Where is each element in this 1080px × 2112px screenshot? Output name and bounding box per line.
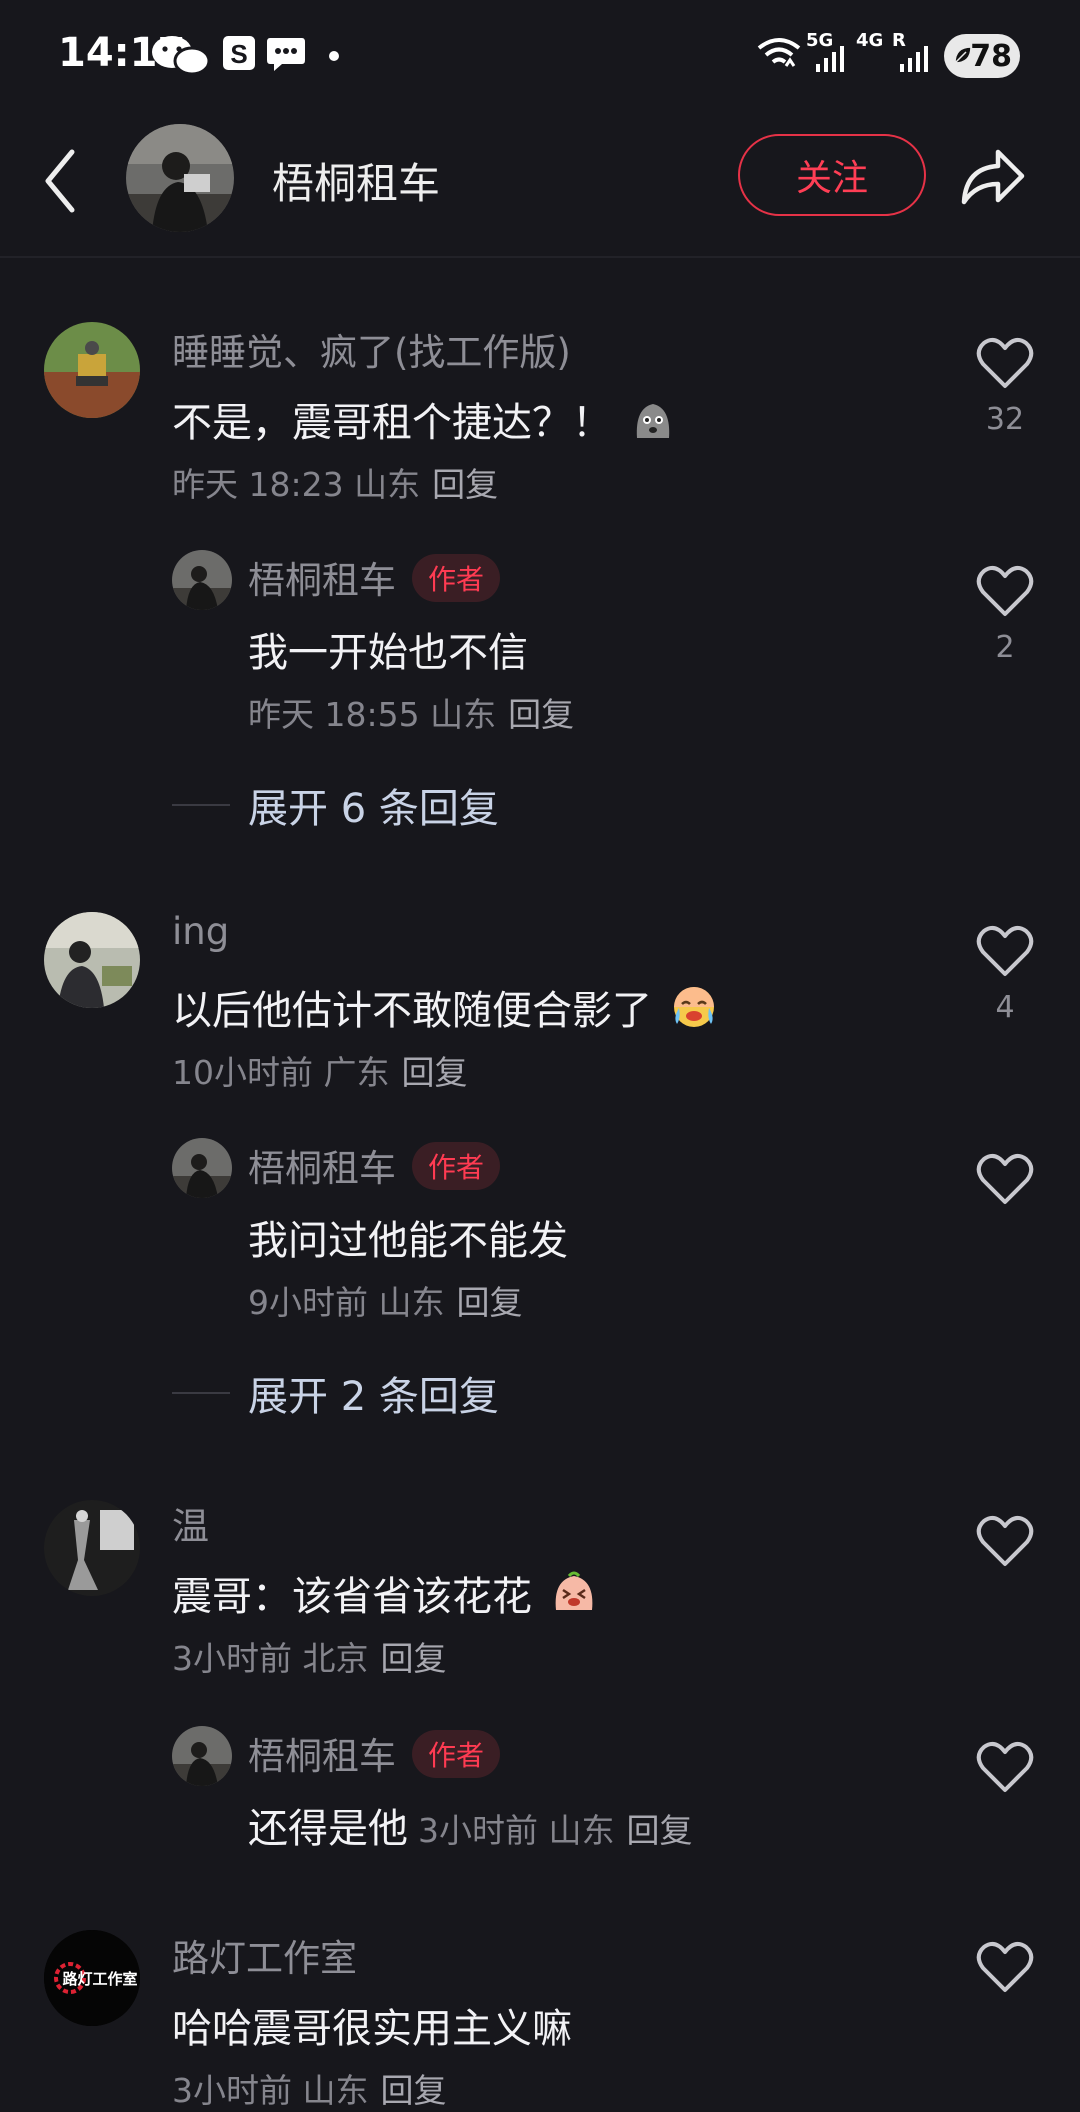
user-avatar[interactable] — [172, 1138, 232, 1198]
reply-button[interactable]: 回复 — [627, 1811, 693, 1850]
reply-text: 我一开始也不信 — [248, 630, 528, 676]
comment-text: 以后他估计不敢随便合影了 — [172, 978, 717, 1036]
user-avatar[interactable] — [44, 912, 140, 1008]
author-badge: 作者 — [412, 554, 501, 602]
like-count: 32 — [985, 402, 1025, 437]
author-avatar[interactable] — [126, 124, 234, 232]
reply-text-row: 还得是他 3小时前 山东 回复 — [248, 1796, 693, 1854]
battery-level: 78 — [970, 38, 1012, 74]
share-icon[interactable] — [958, 144, 1026, 208]
user-avatar[interactable] — [44, 322, 140, 418]
like-count: 2 — [995, 630, 1015, 665]
heart-icon[interactable] — [976, 336, 1034, 390]
reply-username-row: 梧桐租车 作者 — [248, 1138, 501, 1192]
heart-icon[interactable] — [976, 1152, 1034, 1206]
comment-meta: 3小时前 北京 回复 — [172, 1639, 447, 1678]
expand-replies-button[interactable]: 展开 2 条回复 — [0, 1364, 1080, 1424]
heart-icon[interactable] — [976, 1740, 1034, 1794]
reply-button[interactable]: 回复 — [432, 465, 498, 504]
notification-dot-icon — [329, 51, 339, 61]
user-avatar[interactable] — [172, 1726, 232, 1786]
message-icon — [267, 38, 305, 71]
shocked-emoji-icon — [636, 404, 669, 438]
like-count: 4 — [995, 990, 1015, 1025]
comment-text: 震哥：该省省该花花 — [172, 1564, 597, 1622]
heart-icon[interactable] — [976, 1940, 1034, 1994]
reply-button[interactable]: 回复 — [381, 2071, 447, 2110]
follow-button[interactable]: 关注 — [738, 134, 926, 216]
wechat-icon — [152, 36, 211, 76]
reply-meta: 昨天 18:55 山东 回复 — [248, 695, 575, 734]
app-s-icon: S — [223, 36, 255, 70]
heart-icon[interactable] — [976, 1514, 1034, 1568]
expand-replies-button[interactable]: 展开 6 条回复 — [0, 776, 1080, 836]
expand-replies-label[interactable]: 展开 2 条回复 — [248, 1364, 499, 1422]
signal-icon-2 — [900, 46, 928, 72]
crying-emoji-icon — [673, 987, 714, 1027]
comment-username[interactable]: ing — [172, 910, 229, 953]
author-badge: 作者 — [412, 1730, 501, 1778]
reply-meta: 9小时前 山东 回复 — [248, 1283, 523, 1322]
comment-meta: 10小时前 广东 回复 — [172, 1053, 468, 1092]
wifi-icon — [757, 38, 801, 67]
reply-username-row: 梧桐租车 作者 — [248, 1726, 501, 1780]
reply-username-row: 梧桐租车 作者 — [248, 550, 501, 604]
comment-username[interactable]: 温 — [172, 1496, 209, 1550]
user-avatar[interactable] — [172, 550, 232, 610]
signal-icon-1 — [816, 46, 844, 72]
reply-button[interactable]: 回复 — [401, 1053, 467, 1092]
back-icon[interactable] — [40, 146, 80, 216]
comment-text: 不是，震哥租个捷达？！ — [172, 390, 675, 448]
heart-icon[interactable] — [976, 564, 1034, 618]
network-4g-label: 4G — [856, 30, 884, 51]
reply-button[interactable]: 回复 — [457, 1283, 523, 1322]
expand-divider — [172, 804, 230, 806]
expand-divider — [172, 1392, 230, 1394]
comment-meta: 昨天 18:23 山东 回复 — [172, 465, 499, 504]
page-title: 梧桐租车 — [272, 159, 441, 208]
heart-icon[interactable] — [976, 924, 1034, 978]
comment-text: 哈哈震哥很实用主义嘛 — [172, 2006, 572, 2052]
expand-replies-label[interactable]: 展开 6 条回复 — [248, 776, 499, 834]
leaf-icon — [954, 46, 972, 64]
reply-button[interactable]: 回复 — [508, 695, 574, 734]
top-nav: 梧桐租车 关注 — [0, 112, 1080, 258]
reply-button[interactable]: 回复 — [381, 1639, 447, 1678]
reply-meta: 3小时前 山东 回复 — [418, 1811, 693, 1850]
reply-text: 我问过他能不能发 — [248, 1218, 568, 1264]
svg-text:S: S — [230, 39, 247, 69]
comment-username[interactable]: 睡睡觉、疯了(找工作版) — [172, 322, 571, 376]
author-badge: 作者 — [412, 1142, 501, 1190]
battery-indicator: 78 — [944, 34, 1020, 78]
reply-text: 还得是他 — [248, 1806, 408, 1852]
status-bar: 14:17 S 5G 4G R 78 — [0, 0, 1080, 112]
comment-meta: 3小时前 山东 回复 — [172, 2071, 447, 2110]
logo-text: 路灯工作室 — [62, 1970, 137, 1988]
user-avatar[interactable]: 路灯工作室 — [44, 1930, 140, 2026]
laugh-emoji-icon — [555, 1571, 593, 1610]
comment-username[interactable]: 路灯工作室 — [172, 1928, 357, 1982]
user-avatar[interactable] — [44, 1500, 140, 1596]
